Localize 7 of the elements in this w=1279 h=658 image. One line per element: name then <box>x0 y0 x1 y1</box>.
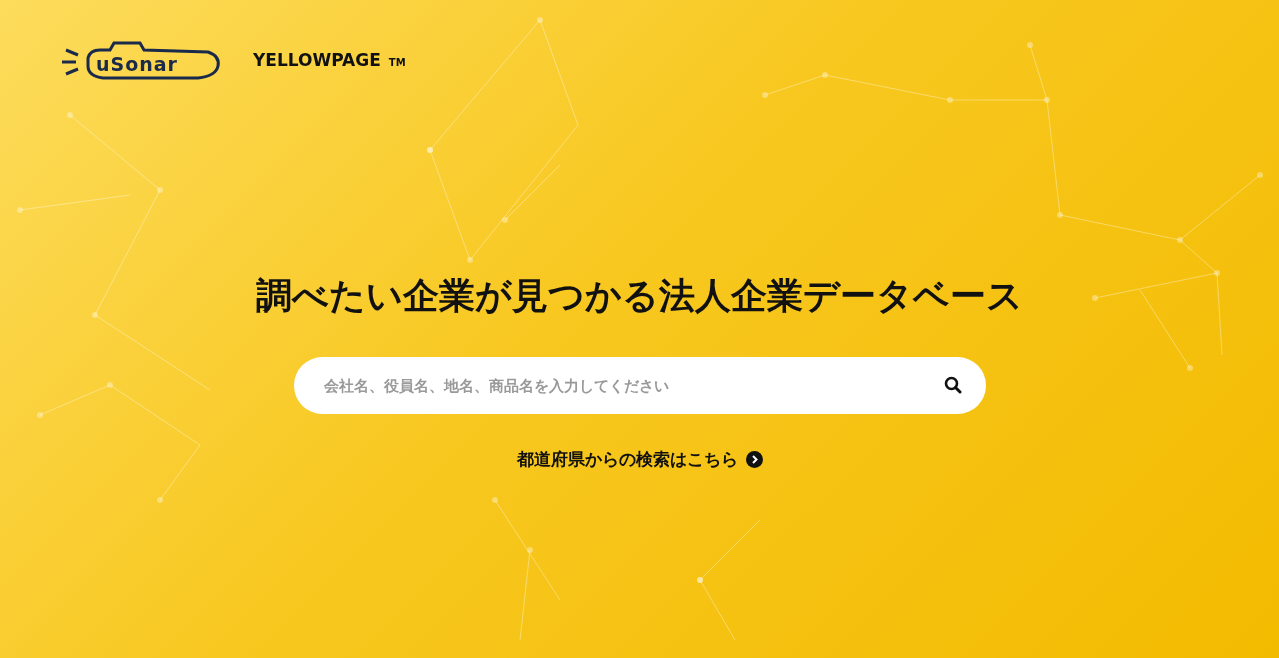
search-field[interactable]: 会社名、役員名、地名、商品名を入力してください <box>293 357 986 414</box>
product-name: YELLOWPAGE <box>253 50 381 70</box>
prefecture-search-link[interactable]: 都道府県からの検索はこちら <box>516 448 763 471</box>
search-icon <box>943 376 962 394</box>
chevron-circle-icon <box>745 451 763 468</box>
trademark: TM <box>388 57 406 68</box>
headline: 調べたい企業が見つかる法人企業データベース <box>256 274 1023 318</box>
